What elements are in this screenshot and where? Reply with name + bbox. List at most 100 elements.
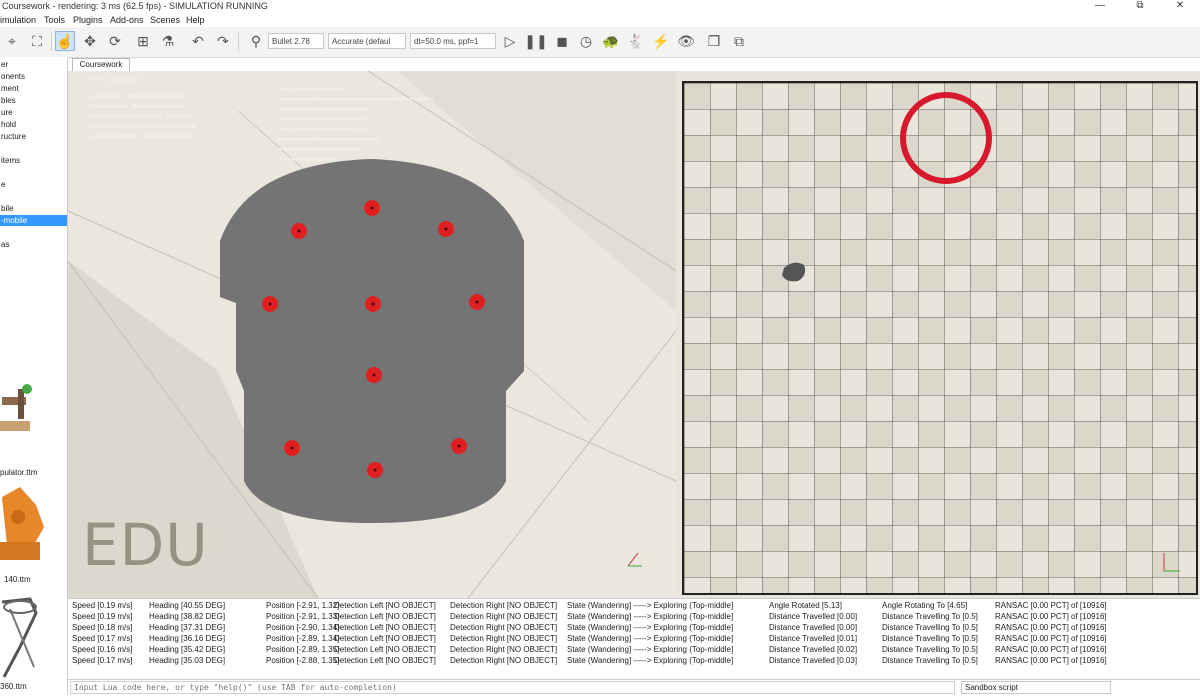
tree-item[interactable]: [0, 227, 67, 238]
status-field: Speed [0.19 m/s]: [72, 612, 133, 621]
timestep-select[interactable]: dt=50.0 ms, ppf=1: [410, 33, 496, 49]
lua-command-input[interactable]: [70, 681, 955, 694]
robot-camera-view: ...oFittingCamera ▪▪▪▪▪▪▪▪ ▪▪▪▪▪▪▪▪▪▪▪▪▪…: [68, 71, 676, 598]
visualization-icon[interactable]: 👁: [676, 31, 696, 51]
status-field: State (Wandering] -----> Exploring (Top-…: [567, 634, 734, 643]
threaded-rendering-icon[interactable]: ⚡: [651, 31, 671, 51]
play-icon[interactable]: ▷: [500, 31, 520, 51]
status-field: Speed [0.18 m/s]: [72, 623, 133, 632]
edu-watermark: EDU: [82, 511, 209, 579]
status-line: Speed [0.19 m/s] Heading [38.82 DEG] Posit…: [72, 611, 1196, 622]
object-shift-icon[interactable]: ✥: [80, 31, 100, 51]
toolbar-separator: [51, 33, 52, 51]
title-bar: Coursework - rendering: 3 ms (62.5 fps) …: [0, 0, 1200, 14]
scene-hierarchy: er onents ment bles ure hold ructure ite…: [0, 57, 68, 377]
close-button[interactable]: ✕: [1160, 0, 1200, 14]
slow-down-icon[interactable]: 🐢: [601, 31, 621, 51]
tree-item[interactable]: bles: [0, 95, 67, 106]
status-field: RANSAC [0.00 PCT] of [10916]: [995, 634, 1107, 643]
status-line: Speed [0.17 m/s] Heading [36.16 DEG] Posit…: [72, 633, 1196, 644]
object-select-icon[interactable]: ☝: [55, 31, 75, 51]
scene-selector-icon[interactable]: ⧉: [729, 31, 749, 51]
robot-arm-360-thumbnail[interactable]: [1, 597, 38, 678]
undo-icon[interactable]: ↶: [188, 31, 208, 51]
camera-pan-icon[interactable]: ⌖: [2, 31, 22, 51]
info-overlay-right: ▪▪▪▪▪▪▪▪▪▪▪▪▪▪▪▪ ▪▪▪▪▪▪▪▪▪▪▪▪▪▪▪▪▪▪▪▪▪▪▪▪…: [278, 85, 434, 163]
status-field: RANSAC [0.00 PCT] of [10916]: [995, 645, 1107, 654]
stop-icon[interactable]: ◼: [552, 31, 572, 51]
tree-item[interactable]: [0, 167, 67, 178]
tree-item[interactable]: ure: [0, 107, 67, 118]
model-thumbnails: [0, 384, 44, 678]
accuracy-select[interactable]: Accurate (defaul: [328, 33, 406, 49]
pause-icon[interactable]: ❚❚: [524, 31, 547, 51]
assemble-icon[interactable]: ⊞: [133, 31, 153, 51]
menu-simulation[interactable]: imulation: [0, 14, 36, 27]
menu-scenes[interactable]: Scenes: [150, 14, 180, 27]
status-field: Speed [0.17 m/s]: [72, 656, 133, 665]
physics-engine-select[interactable]: Bullet 2.78: [268, 33, 324, 49]
redo-icon[interactable]: ↷: [213, 31, 233, 51]
tab-coursework[interactable]: Coursework: [72, 58, 130, 72]
model-label: 140.ttm: [4, 575, 31, 584]
status-field: Distance Travelled [0.00]: [769, 612, 858, 621]
status-field: Distance Travelling To [0.5]: [882, 645, 978, 654]
status-field: Detection Left [NO OBJECT]: [334, 645, 436, 654]
status-field: Heading [37.31 DEG]: [149, 623, 226, 632]
status-field: Detection Left [NO OBJECT]: [334, 612, 436, 621]
status-field: State (Wandering] -----> Exploring (Top-…: [567, 645, 734, 654]
tree-item[interactable]: as: [0, 239, 67, 250]
page-selector-icon[interactable]: ❐: [704, 31, 724, 51]
status-field: Speed [0.19 m/s]: [72, 601, 133, 610]
model-label: 360.ttm: [0, 682, 27, 691]
tree-item[interactable]: onents: [0, 71, 67, 82]
menu-plugins[interactable]: Plugins: [73, 14, 103, 27]
status-field: Heading [40.55 DEG]: [149, 601, 226, 610]
object-rotate-icon[interactable]: ⟳: [105, 31, 125, 51]
robot-arm-140-thumbnail[interactable]: [0, 487, 44, 560]
tree-item[interactable]: bile: [0, 203, 67, 214]
transfer-dna-icon[interactable]: ⚗: [158, 31, 178, 51]
tree-item[interactable]: ructure: [0, 131, 67, 142]
status-field: Position [-2.91, 1.33]: [266, 612, 340, 621]
tree-item[interactable]: items: [0, 155, 67, 166]
tree-item[interactable]: [0, 191, 67, 202]
status-field: Detection Left [NO OBJECT]: [334, 601, 436, 610]
status-field: Position [-2.90, 1.34]: [266, 623, 340, 632]
tree-item[interactable]: er: [0, 59, 67, 70]
tree-item[interactable]: ment: [0, 83, 67, 94]
menu-help[interactable]: Help: [186, 14, 205, 27]
tree-item[interactable]: e: [0, 179, 67, 190]
manipulator-thumbnail[interactable]: [0, 384, 32, 431]
status-field: Detection Right [NO OBJECT]: [450, 634, 558, 643]
status-field: State (Wandering] -----> Exploring (Top-…: [567, 601, 734, 610]
minimize-button[interactable]: —: [1080, 0, 1120, 14]
status-field: Speed [0.16 m/s]: [72, 645, 133, 654]
status-field: RANSAC [0.00 PCT] of [10916]: [995, 656, 1107, 665]
status-field: Detection Right [NO OBJECT]: [450, 623, 558, 632]
status-line: Speed [0.16 m/s] Heading [35.42 DEG] Posit…: [72, 644, 1196, 655]
camera-fit-icon[interactable]: ⛶: [27, 31, 47, 51]
menu-add-ons[interactable]: Add-ons: [110, 14, 144, 27]
status-field: Distance Travelled [0.03]: [769, 656, 858, 665]
menu-tools[interactable]: Tools: [44, 14, 65, 27]
realtime-icon[interactable]: ◷: [576, 31, 596, 51]
status-field: RANSAC [0.00 PCT] of [10916]: [995, 612, 1107, 621]
menu-bar: imulation Tools Plugins Add-ons Scenes H…: [0, 14, 1200, 27]
status-line: Speed [0.17 m/s] Heading [35.03 DEG] Posit…: [72, 655, 1196, 666]
scene-viewport[interactable]: ...oFittingCamera ▪▪▪▪▪▪▪▪ ▪▪▪▪▪▪▪▪▪▪▪▪▪…: [68, 71, 1200, 598]
maximize-button[interactable]: ⧉: [1120, 0, 1160, 14]
status-field: State (Wandering] -----> Exploring (Top-…: [567, 612, 734, 621]
info-overlay-left: ▪▪▪▪▪▪▪▪ ▪▪▪▪▪▪▪▪▪▪▪▪▪▪ ▪▪▪▪▪▪▪▪▪ ▪▪▪▪▪▪▪…: [90, 92, 196, 140]
status-field: Detection Right [NO OBJECT]: [450, 601, 558, 610]
speed-up-icon[interactable]: 🐇: [626, 31, 646, 51]
status-field: Speed [0.17 m/s]: [72, 634, 133, 643]
status-field: Distance Travelled [0.02]: [769, 645, 858, 654]
tree-item[interactable]: [0, 143, 67, 154]
script-select[interactable]: Sandbox script: [961, 681, 1111, 694]
dynamics-icon[interactable]: ⚲: [246, 31, 266, 51]
tree-item[interactable]: hold: [0, 119, 67, 130]
toolbar: ⌖ ⛶ ☝ ✥ ⟳ ⊞ ⚗ ↶ ↷ ⚲ Bullet 2.78 Accurate…: [0, 27, 1200, 58]
tree-item-selected[interactable]: -mobile: [0, 215, 67, 226]
status-field: RANSAC [0.00 PCT] of [10916]: [995, 623, 1107, 632]
